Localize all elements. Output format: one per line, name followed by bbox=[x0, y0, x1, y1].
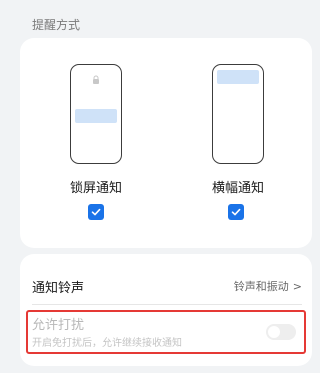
ringtone-label: 通知铃声 bbox=[32, 280, 85, 296]
banner-label: 横幅通知 bbox=[211, 181, 264, 196]
allow-disturb-description: 开启免打扰后，允许继续接收通知 bbox=[32, 338, 182, 349]
chevron-right-icon: > bbox=[292, 279, 302, 293]
allow-disturb-row[interactable]: 允许打扰 开启免打扰后，允许继续接收通知 bbox=[26, 310, 306, 354]
ringtone-row[interactable]: 通知铃声 铃声和振动 > bbox=[32, 274, 302, 298]
reminder-style-card: 锁屏通知 横幅通知 bbox=[20, 38, 312, 248]
toggle-knob bbox=[268, 326, 280, 338]
ringtone-value-group: 铃声和振动 > bbox=[234, 278, 302, 294]
lockscreen-label: 锁屏通知 bbox=[69, 181, 122, 196]
section-title: 提醒方式 bbox=[32, 18, 81, 32]
notification-settings-page: 提醒方式 锁屏通知 横幅通知 通知铃声 铃声和振动 > 允许打扰 开启免打扰后，… bbox=[0, 0, 320, 373]
checkmark-icon bbox=[91, 208, 101, 216]
banner-notification-bar bbox=[217, 70, 259, 84]
banner-checkbox[interactable] bbox=[228, 204, 244, 220]
lockscreen-preview[interactable] bbox=[70, 64, 122, 164]
banner-preview[interactable] bbox=[212, 64, 264, 164]
lockscreen-checkbox[interactable] bbox=[88, 204, 104, 220]
allow-disturb-toggle[interactable] bbox=[266, 324, 296, 340]
lockscreen-notification-bar bbox=[75, 109, 117, 123]
checkmark-icon bbox=[231, 208, 241, 216]
divider bbox=[32, 304, 302, 305]
ringtone-value: 铃声和振动 bbox=[233, 280, 289, 293]
lock-icon bbox=[93, 75, 99, 84]
allow-disturb-label: 允许打扰 bbox=[32, 318, 85, 333]
sound-card: 通知铃声 铃声和振动 > 允许打扰 开启免打扰后，允许继续接收通知 bbox=[20, 254, 312, 366]
